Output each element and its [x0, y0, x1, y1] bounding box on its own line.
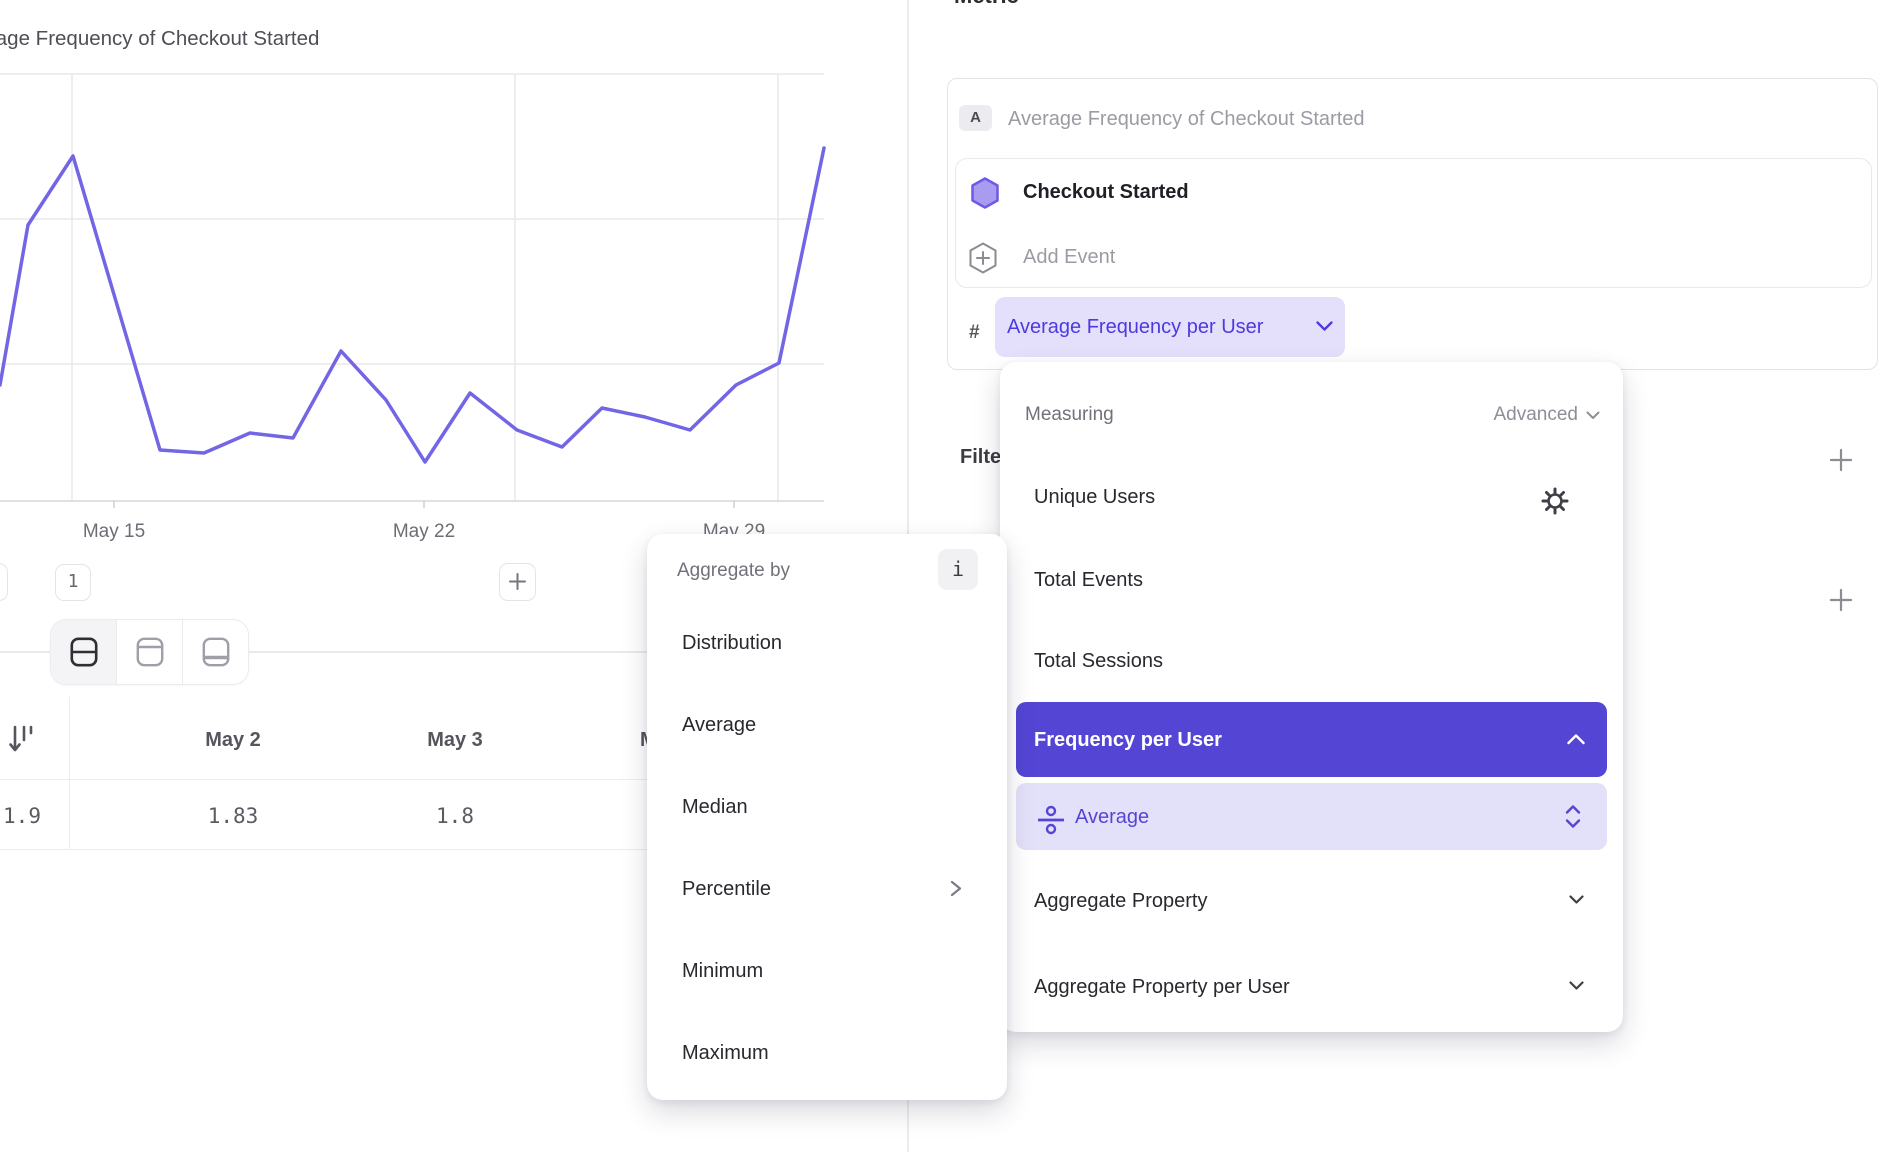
table-cell-value: 1.9 [0, 804, 52, 828]
measuring-menu-header: Measuring [1025, 404, 1114, 426]
table-header-may2[interactable]: May 2 [173, 729, 293, 752]
menu-item-total-sessions[interactable]: Total Sessions [1034, 649, 1163, 673]
chart-gridlines [0, 74, 824, 501]
metric-section-heading: Metric [954, 0, 1019, 9]
split-view-icon [70, 637, 98, 667]
line-chart[interactable] [0, 0, 908, 558]
layout-toggle-group [50, 619, 249, 685]
x-tick-label-may15: May 15 [69, 521, 159, 543]
add-event-button[interactable]: Add Event [1023, 245, 1115, 269]
menu-item-distribution[interactable]: Distribution [682, 631, 782, 655]
measurement-hash-label: # [969, 322, 980, 344]
layout-chart-only-toggle[interactable] [117, 620, 183, 684]
menu-item-total-events[interactable]: Total Events [1034, 568, 1143, 592]
submenu-average-label[interactable]: Average [1075, 805, 1149, 829]
unfold-chevrons-icon[interactable] [1565, 804, 1581, 829]
add-filter-button[interactable] [1829, 448, 1853, 472]
menu-item-average[interactable]: Average [682, 713, 756, 737]
measurement-pill-label[interactable]: Average Frequency per User [1007, 316, 1263, 338]
add-series-button[interactable] [499, 563, 536, 601]
chart-x-ticks [114, 501, 734, 508]
chevron-up-icon[interactable] [1567, 734, 1585, 745]
average-divide-icon [1038, 805, 1064, 835]
chevron-right-icon [950, 880, 962, 897]
menu-item-unique-users[interactable]: Unique Users [1034, 485, 1155, 509]
chevron-down-icon[interactable] [1569, 895, 1584, 905]
chevron-down-icon[interactable] [1569, 981, 1584, 991]
menu-item-median[interactable]: Median [682, 795, 748, 819]
aggregate-by-header: Aggregate by [677, 560, 790, 582]
metric-letter-badge: A [959, 105, 992, 131]
info-icon[interactable]: i [938, 549, 978, 590]
layout-table-only-toggle[interactable] [183, 620, 248, 684]
event-hexagon-icon [970, 177, 1000, 209]
top-panel-view-icon [136, 637, 164, 667]
table-cell-value: 1.8 [395, 804, 515, 828]
bottom-panel-view-icon [202, 637, 230, 667]
clipped-control-button[interactable] [0, 563, 8, 601]
measuring-menu [1000, 362, 1623, 1032]
menu-item-aggregate-property-per-user[interactable]: Aggregate Property per User [1034, 975, 1290, 999]
menu-item-percentile[interactable]: Percentile [682, 877, 771, 901]
table-header-may3[interactable]: May 3 [395, 729, 515, 752]
chart-series-line [0, 148, 824, 462]
add-event-icon [968, 242, 998, 274]
menu-item-minimum[interactable]: Minimum [682, 959, 763, 983]
menu-item-maximum[interactable]: Maximum [682, 1041, 769, 1065]
table-column-divider [69, 697, 71, 849]
chevron-down-icon[interactable] [1316, 321, 1333, 332]
plus-icon [509, 573, 526, 590]
menu-item-aggregate-property[interactable]: Aggregate Property [1034, 889, 1207, 913]
gear-icon[interactable] [1541, 487, 1569, 515]
event-name[interactable]: Checkout Started [1023, 180, 1189, 204]
chevron-down-icon [1586, 411, 1600, 420]
layout-split-toggle[interactable] [51, 620, 117, 684]
add-breakdown-button[interactable] [1829, 588, 1853, 612]
app-screen: Average Frequency of Checkout Started Ma… [0, 0, 1898, 1152]
advanced-label: Advanced [1493, 404, 1578, 426]
advanced-toggle[interactable]: Advanced [1430, 404, 1600, 426]
x-tick-label-may22: May 22 [379, 521, 469, 543]
page-number-badge[interactable]: 1 [55, 564, 91, 601]
table-cell-value: 1.83 [173, 804, 293, 828]
selected-item-label[interactable]: Frequency per User [1034, 728, 1222, 752]
metric-name[interactable]: Average Frequency of Checkout Started [1008, 107, 1365, 131]
sort-descending-icon[interactable] [8, 724, 38, 756]
